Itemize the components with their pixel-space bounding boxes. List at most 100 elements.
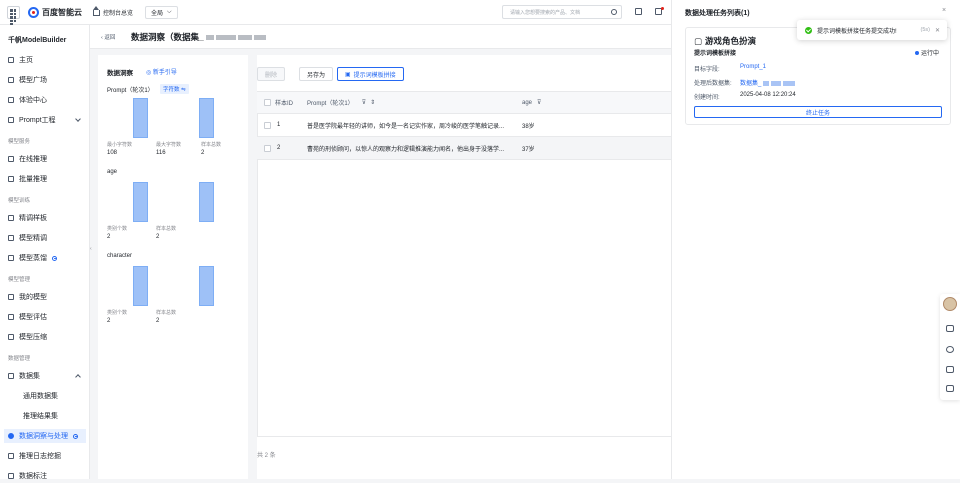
brand-logo[interactable]: 百度智能云 [28, 7, 82, 18]
guide-link[interactable]: ◎ 新手引导 [146, 67, 177, 76]
phone-icon[interactable] [946, 366, 954, 373]
redacted-text [763, 80, 770, 86]
global-search-input[interactable]: 请输入您想要搜索的产品、文档 [502, 5, 622, 19]
sidebar-item-finetune[interactable]: 模型精调 [8, 231, 86, 245]
stat-value: 2 [156, 234, 160, 240]
app-grid-icon[interactable] [7, 6, 20, 26]
region-select[interactable]: 全局 ⌵ [145, 6, 178, 19]
sidebar-item-batch-inference[interactable]: 批量推理 [8, 172, 86, 186]
search-icon[interactable] [611, 9, 617, 15]
sort-icon[interactable]: ⇕ [370, 99, 375, 106]
data-table-panel: 删除 另存为 ▣ 提示词模板拼接 样本ID Prompt（轮次1） ⊽ ⇕ age ⊽ … [257, 55, 671, 479]
sidebar-item-my-models[interactable]: 我的模型 [8, 290, 86, 304]
sidebar-item-inference-results[interactable]: 推理结果集 [8, 409, 86, 423]
guide-icon: ◎ [146, 70, 153, 76]
stat-value: 108 [107, 150, 118, 156]
checkbox[interactable] [264, 99, 271, 106]
field-name: age [107, 169, 118, 175]
table-row[interactable]: 2 曹苑的刑侦顾问，以惊人的观察力和逻辑推演能力闻名，他出身于没落学... 37… [257, 137, 671, 160]
assistant-avatar[interactable] [943, 297, 957, 311]
column-header-prompt: Prompt（轮次1） ⊽ ⇕ [307, 92, 375, 113]
home-icon [93, 5, 100, 16]
prompt-icon [8, 117, 14, 123]
chart-bar-sample [199, 266, 214, 306]
task-title: ▢ 游戏角色扮演 [694, 35, 756, 47]
sidebar-item-distill[interactable]: 模型蒸馏 [8, 251, 86, 265]
sidebar-item-annotation[interactable]: 数据标注 [8, 469, 86, 483]
row-checkbox[interactable] [264, 137, 271, 159]
task-type: 提示词模板拼接 [694, 51, 737, 57]
metric-chip[interactable]: 字符数 ⇋ [160, 84, 189, 94]
sidebar-item-label: 在线推理 [19, 156, 47, 163]
chart-bar-category [133, 182, 148, 222]
column-header-age: age ⊽ [522, 92, 541, 113]
sidebar-item-label: 主页 [19, 57, 33, 64]
target-field-label: 目标字段: [694, 67, 720, 73]
delete-button[interactable]: 删除 [257, 67, 286, 81]
help-icon[interactable] [946, 346, 954, 353]
checkbox[interactable] [264, 144, 271, 152]
save-as-button[interactable]: 另存为 [299, 67, 334, 81]
target-field-value[interactable]: Prompt_1 [740, 64, 766, 70]
stat-label: 最小字符数 [107, 142, 133, 148]
sidebar-item-data-insight[interactable]: 数据洞察与处理 [4, 429, 86, 443]
close-icon[interactable]: ✕ [935, 27, 940, 34]
drawer-title: 数据处理任务列表(1) [685, 10, 750, 17]
field-name: Prompt（轮次1） [107, 88, 154, 94]
console-label: 控制台总览 [103, 11, 134, 17]
sidebar-title: 千帆ModelBuilder [8, 37, 67, 44]
sidebar-item-datasets[interactable]: 数据集 [8, 369, 86, 383]
sidebar-item-prompt[interactable]: Prompt工程 [8, 113, 86, 127]
cell-age: 37岁 [522, 146, 535, 153]
sidebar-item-home[interactable]: 主页 [8, 53, 86, 67]
filter-icon[interactable]: ⊽ [537, 99, 541, 106]
sidebar-group-service: 模型服务 [8, 139, 31, 145]
model-icon [8, 294, 14, 300]
sidebar-item-label: 模型评估 [19, 314, 47, 321]
chat-icon [8, 97, 14, 103]
sidebar-item-evaluate[interactable]: 模型评估 [8, 310, 86, 324]
heart-icon[interactable] [946, 325, 954, 332]
stat-value: 2 [107, 234, 111, 240]
console-link[interactable]: 控制台总览 [93, 5, 134, 17]
annotation-icon [8, 473, 14, 479]
redacted-text [253, 35, 266, 41]
column-header-id: 样本ID [275, 101, 294, 107]
stop-task-button[interactable]: 终止任务 [694, 106, 942, 118]
sidebar-item-finetune-sample[interactable]: 精调样板 [8, 211, 86, 225]
select-all-checkbox[interactable] [264, 92, 271, 113]
output-dataset-value[interactable]: 数据集_ [740, 78, 796, 87]
sidebar-item-model-square[interactable]: 模型广场 [8, 73, 86, 87]
chevron-up-icon [75, 374, 81, 380]
sidebar-item-label: 推理结果集 [23, 413, 58, 420]
column-header-label: Prompt（轮次1） [307, 101, 354, 107]
batch-icon [8, 176, 14, 182]
cell-prompt: 曹苑的刑侦顾问，以惊人的观察力和逻辑推演能力闻名，他出身于没落学... [307, 146, 505, 153]
sidebar-item-label: 数据标注 [19, 473, 47, 480]
sidebar-item-label: 模型压缩 [19, 334, 47, 341]
stat-label: 样本总数 [201, 142, 222, 148]
prompt-template-button[interactable]: ▣ 提示词模板拼接 [337, 67, 404, 81]
stat-value: 2 [156, 318, 160, 324]
sidebar-item-log-mining[interactable]: 推理日志挖掘 [8, 449, 86, 463]
filter-icon[interactable]: ⊽ [362, 99, 366, 106]
created-time-label: 创建时间: [694, 95, 720, 101]
row-checkbox[interactable] [264, 114, 271, 136]
cell-prompt: 普是医学院最年轻的讲师，如今是一名记实作家，周冷峻的医学笔触记录... [307, 123, 505, 130]
sidebar-item-online-inference[interactable]: 在线推理 [8, 152, 86, 166]
back-label: 返回 [104, 35, 116, 41]
stat-label: 样本总数 [156, 226, 177, 232]
close-icon[interactable]: × [942, 7, 946, 14]
sidebar-item-experience[interactable]: 体验中心 [8, 93, 86, 107]
sidebar-collapse-icon[interactable]: ‹ [90, 246, 95, 258]
apps-icon[interactable] [946, 385, 954, 392]
checkbox[interactable] [264, 121, 271, 129]
sidebar-item-compress[interactable]: 模型压缩 [8, 330, 86, 344]
sidebar-group-train: 模型训练 [8, 198, 31, 204]
sidebar-item-general-dataset[interactable]: 通用数据集 [8, 389, 86, 403]
table-row[interactable]: 1 普是医学院最年轻的讲师，如今是一名记实作家，周冷峻的医学笔触记录... 38… [257, 114, 671, 137]
back-button[interactable]: ‹ 返回 [101, 33, 115, 41]
billing-icon[interactable] [635, 8, 642, 15]
new-badge-icon [73, 433, 78, 439]
redacted-text [771, 80, 782, 86]
